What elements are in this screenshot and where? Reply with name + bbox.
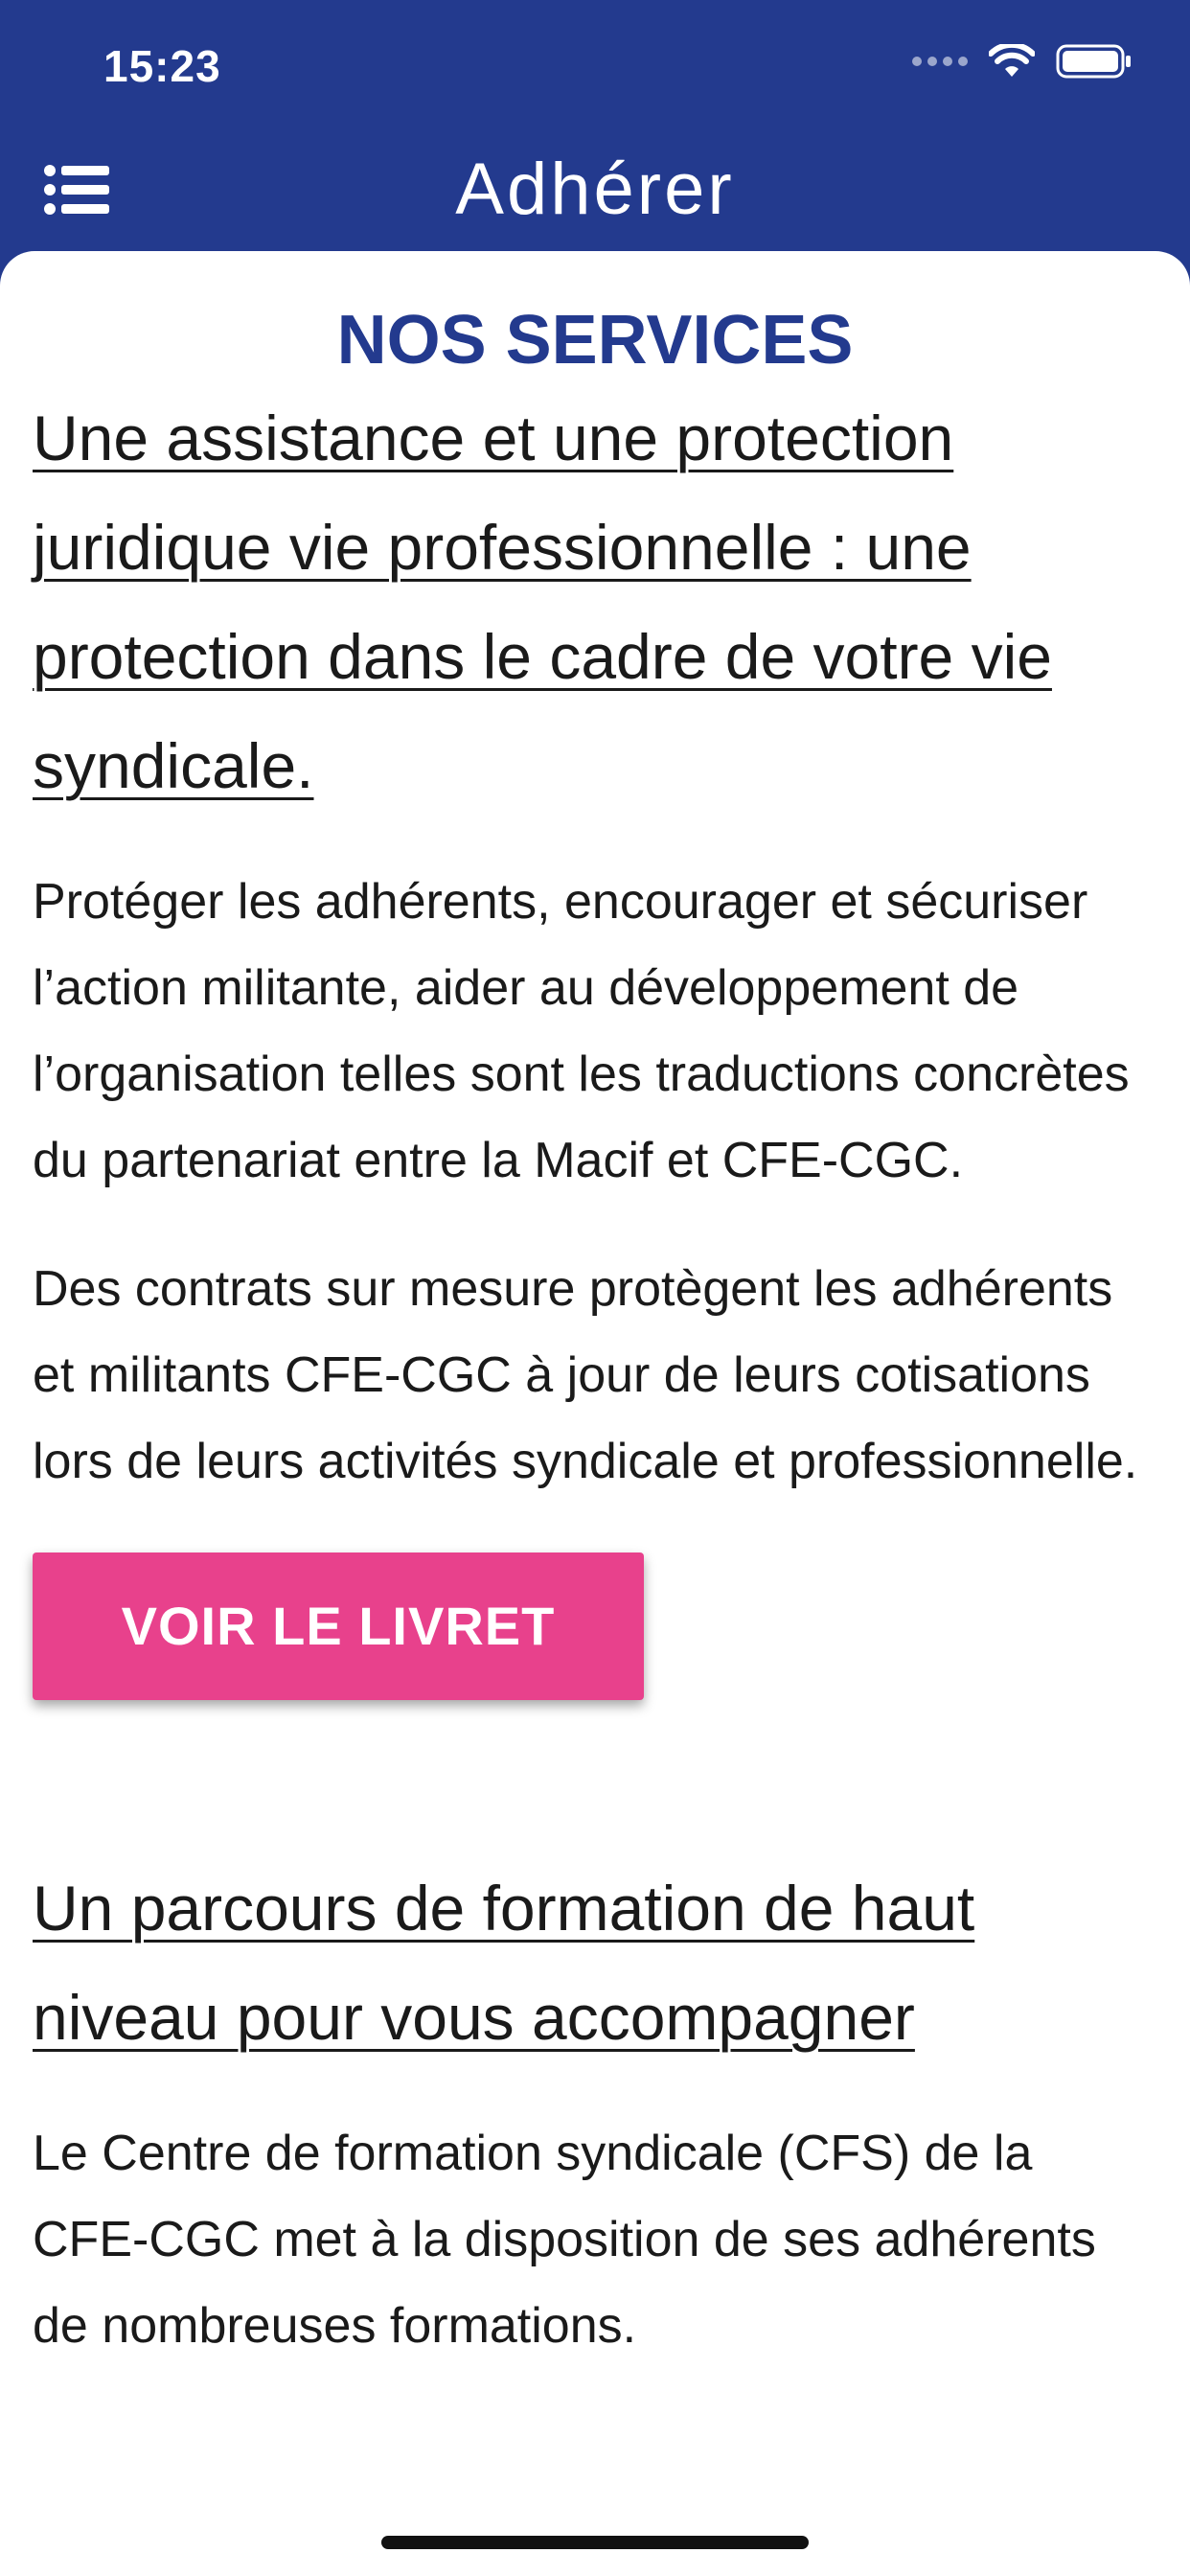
service-heading-legal: Une assistance et une protection juridiq…	[33, 402, 1052, 801]
content-sheet: NOS SERVICES Une assistance et une prote…	[0, 251, 1190, 2576]
voir-le-livret-button[interactable]: VOIR LE LIVRET	[33, 1552, 644, 1700]
page-title: Adhérer	[455, 149, 735, 230]
services-content: Une assistance et une protection juridiq…	[0, 383, 1190, 2369]
home-indicator[interactable]	[381, 2536, 809, 2549]
status-time: 15:23	[103, 41, 221, 91]
service-paragraph: Des contrats sur mesure protègent les ad…	[33, 1261, 1138, 1489]
battery-icon	[1056, 44, 1131, 79]
status-indicators	[912, 42, 1133, 80]
app-header: 15:23 Adhérer	[0, 0, 1190, 288]
service-heading-training: Un parcours de formation de haut niveau …	[33, 1873, 975, 2053]
section-title: NOS SERVICES	[336, 302, 854, 379]
wifi-icon	[989, 44, 1035, 77]
cellular-signal-icon	[912, 57, 968, 66]
service-paragraph: Protéger les adhérents, encourager et sé…	[33, 874, 1130, 1188]
service-paragraph: Le Centre de formation syndicale (CFS) d…	[33, 2126, 1096, 2354]
